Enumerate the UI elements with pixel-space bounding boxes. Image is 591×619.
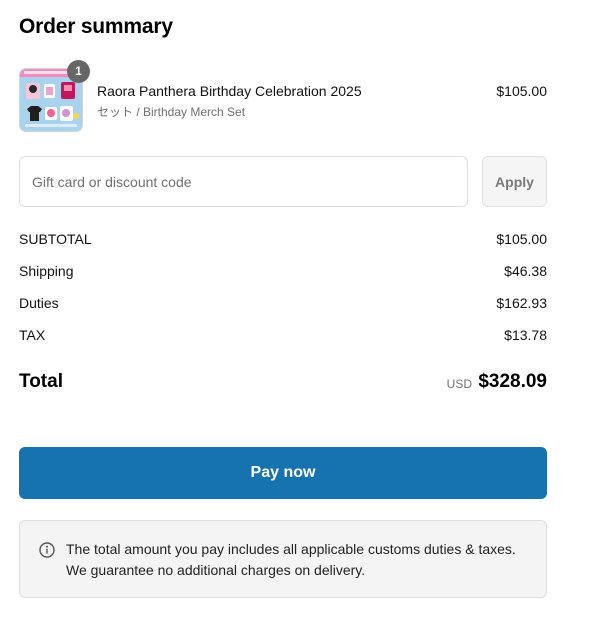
- duties-row: Duties $162.93: [19, 295, 547, 315]
- duties-value: $162.93: [496, 295, 547, 311]
- product-name: Raora Panthera Birthday Celebration 2025: [97, 83, 362, 99]
- discount-code-input[interactable]: [19, 156, 468, 207]
- subtotal-label: SUBTOTAL: [19, 231, 92, 247]
- notice-text-line2: We guarantee no additional charges on de…: [66, 562, 366, 578]
- tax-label: TAX: [19, 327, 46, 343]
- pay-now-button[interactable]: Pay now: [19, 447, 547, 499]
- duties-notice: The total amount you pay includes all ap…: [19, 520, 547, 598]
- product-price: $105.00: [496, 83, 547, 99]
- subtotal-value: $105.00: [496, 231, 547, 247]
- line-item: 1 Raora Panthera Birthday Celebration 20…: [19, 60, 547, 132]
- tax-value: $13.78: [504, 327, 547, 343]
- total-amount: $328.09: [478, 371, 547, 392]
- total-row: Total USD $328.09: [19, 369, 547, 395]
- quantity-badge: 1: [67, 60, 90, 83]
- shipping-row: Shipping $46.38: [19, 263, 547, 283]
- shipping-label: Shipping: [19, 263, 74, 279]
- total-currency: USD: [446, 377, 472, 391]
- notice-text-line1: The total amount you pay includes all ap…: [66, 541, 516, 557]
- apply-button[interactable]: Apply: [482, 156, 547, 207]
- shipping-value: $46.38: [504, 263, 547, 279]
- page-title: Order summary: [19, 15, 173, 38]
- tax-row: TAX $13.78: [19, 327, 547, 347]
- duties-label: Duties: [19, 295, 59, 311]
- product-variant: セット / Birthday Merch Set: [97, 105, 246, 119]
- subtotal-row: SUBTOTAL $105.00: [19, 231, 547, 251]
- info-icon: [38, 541, 56, 559]
- total-label: Total: [19, 371, 63, 392]
